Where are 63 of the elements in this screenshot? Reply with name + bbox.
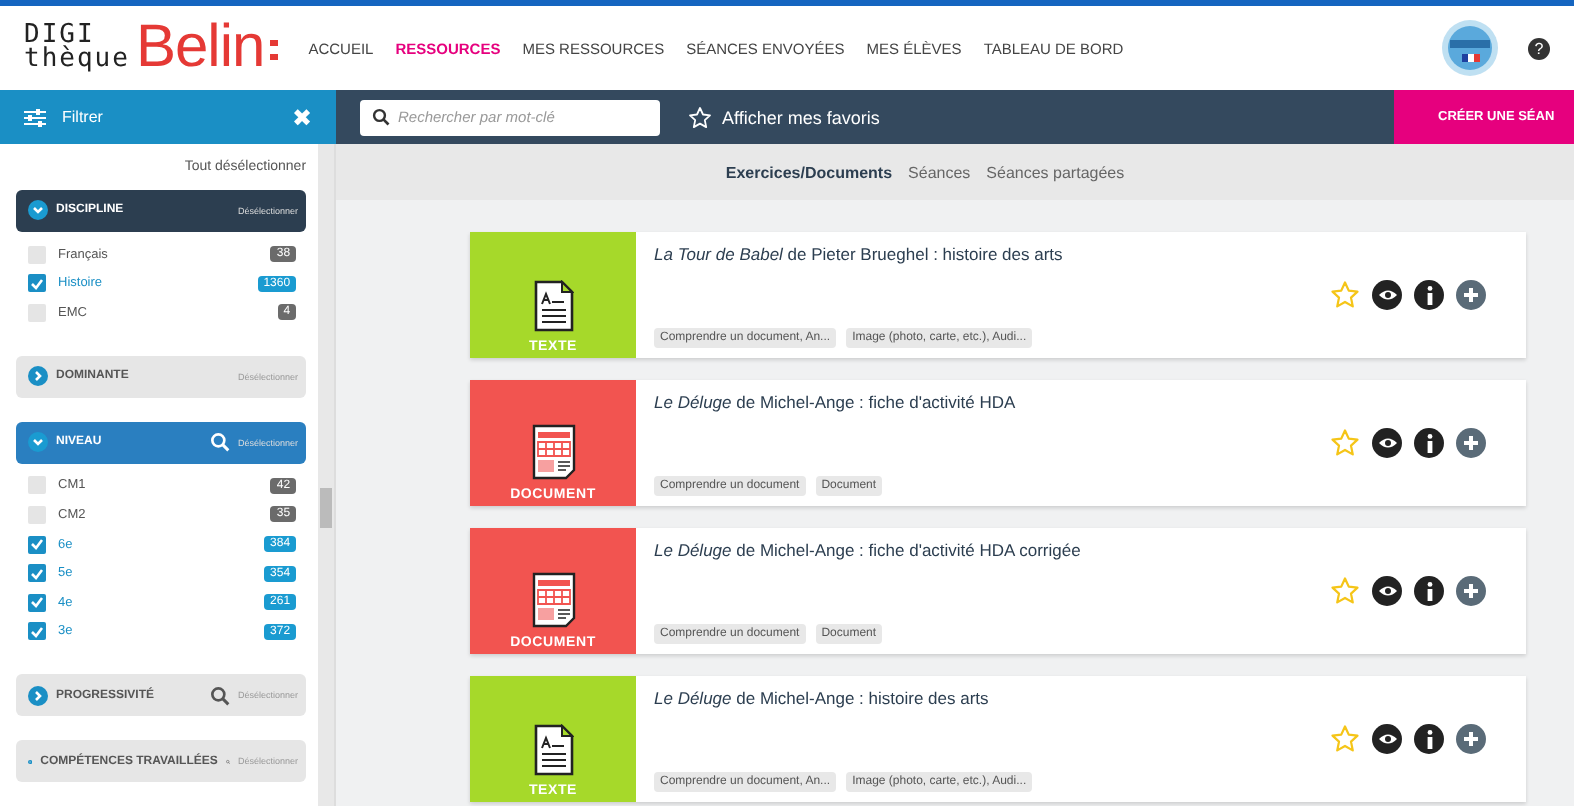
info-button[interactable] <box>1414 576 1444 606</box>
resource-title[interactable]: Le Déluge de Michel-Ange : histoire des arts <box>654 688 1312 708</box>
preview-button[interactable] <box>1372 428 1402 458</box>
add-button[interactable] <box>1456 280 1486 310</box>
help-button[interactable]: ? <box>1528 37 1550 59</box>
checkbox[interactable] <box>28 564 46 583</box>
favorite-star-icon[interactable] <box>1330 280 1360 310</box>
resource-title[interactable]: Le Déluge de Michel-Ange : fiche d'activité HDA corrigée <box>654 540 1312 560</box>
resource-title[interactable]: La Tour de Babel de Pieter Brueghel : histoire des arts <box>654 244 1312 264</box>
add-button[interactable] <box>1456 576 1486 606</box>
scrollbar[interactable] <box>318 144 334 806</box>
tab[interactable]: Séances partagées <box>986 163 1125 181</box>
checkbox[interactable] <box>28 274 46 293</box>
search-icon <box>372 108 390 126</box>
info-button[interactable] <box>1414 428 1444 458</box>
checkbox[interactable] <box>28 622 46 641</box>
chevron-down-icon <box>28 200 48 221</box>
favorite-star-icon[interactable] <box>1330 428 1360 458</box>
resource-title[interactable]: Le Déluge de Michel-Ange : fiche d'activité HDA <box>654 392 1312 412</box>
tab[interactable]: Exercices/Documents <box>725 163 893 181</box>
info-icon <box>1425 285 1433 305</box>
eye-icon <box>1377 288 1397 302</box>
plus-icon <box>1462 582 1480 600</box>
info-icon <box>1425 581 1433 601</box>
add-button[interactable] <box>1456 724 1486 754</box>
sliders-icon <box>24 107 46 127</box>
preview-button[interactable] <box>1372 724 1402 754</box>
preview-button[interactable] <box>1372 280 1402 310</box>
eye-icon <box>1377 436 1397 450</box>
text-document-icon <box>533 280 573 332</box>
plus-icon <box>1462 434 1480 452</box>
seal-badge-icon <box>1440 18 1500 78</box>
plus-icon <box>1462 730 1480 748</box>
checkbox[interactable] <box>28 303 46 322</box>
checkbox[interactable] <box>28 593 46 612</box>
chevron-down-icon <box>28 432 48 453</box>
checkbox[interactable] <box>28 245 46 264</box>
add-button[interactable] <box>1456 428 1486 458</box>
filter-label: Filtrer <box>62 108 105 126</box>
favorite-star-icon[interactable] <box>1330 724 1360 754</box>
chevron-right-icon <box>28 685 48 706</box>
spreadsheet-document-icon <box>531 424 575 480</box>
eye-icon <box>1377 584 1397 598</box>
close-button[interactable]: ✖ <box>292 103 312 131</box>
favorites-link[interactable]: Afficher mes favoris <box>688 105 880 129</box>
info-icon <box>1425 433 1433 453</box>
search-icon <box>210 432 231 453</box>
search-icon <box>210 685 231 706</box>
chevron-right-icon <box>28 366 48 387</box>
tab[interactable]: Séances <box>908 163 971 181</box>
checkbox[interactable] <box>28 535 46 554</box>
info-button[interactable] <box>1414 724 1444 754</box>
plus-icon <box>1462 286 1480 304</box>
star-icon[interactable] <box>688 105 712 129</box>
eye-icon <box>1377 732 1397 746</box>
text-document-icon <box>533 724 573 776</box>
checkbox[interactable] <box>28 505 46 524</box>
favorite-star-icon[interactable] <box>1330 576 1360 606</box>
info-icon <box>1425 729 1433 749</box>
preview-button[interactable] <box>1372 576 1402 606</box>
info-button[interactable] <box>1414 280 1444 310</box>
checkbox[interactable] <box>28 476 46 495</box>
spreadsheet-document-icon <box>531 572 575 628</box>
